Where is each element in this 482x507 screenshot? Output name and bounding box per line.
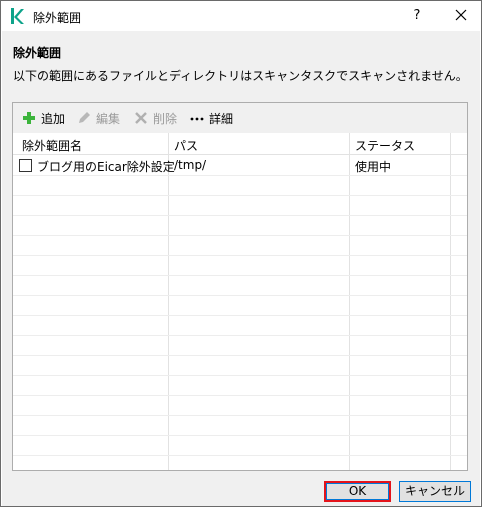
add-label: 追加 xyxy=(41,111,66,126)
section-heading: 除外範囲 xyxy=(13,46,62,60)
column-divider xyxy=(349,133,350,470)
edit-button[interactable]: 編集 xyxy=(76,109,120,127)
details-label: 詳細 xyxy=(209,111,234,126)
pencil-icon xyxy=(79,112,90,123)
ok-button[interactable]: OK xyxy=(324,481,391,502)
row-line xyxy=(13,235,467,236)
row-line xyxy=(13,355,467,356)
toolbar: 追加 編集 削除 詳細 xyxy=(13,103,467,133)
row-status: 使用中 xyxy=(355,160,392,174)
row-line xyxy=(13,295,467,296)
exclusions-dialog: 除外範囲 ? 除外範囲 以下の範囲にあるファイルとディレクトリはスキャンタスクで… xyxy=(0,0,482,507)
delete-button[interactable]: 削除 xyxy=(133,109,177,127)
row-line xyxy=(13,175,467,176)
row-line xyxy=(13,215,467,216)
row-line xyxy=(13,315,467,316)
delete-label: 削除 xyxy=(153,111,178,126)
details-button[interactable]: 詳細 xyxy=(189,109,233,127)
exclusions-table: 除外範囲名 パス ステータス ブログ用のEicar除外設定 /tmp/ 使用中 xyxy=(13,133,467,470)
column-header-path[interactable]: パス xyxy=(174,137,198,154)
edit-label: 編集 xyxy=(96,111,121,126)
column-header-name[interactable]: 除外範囲名 xyxy=(22,137,82,154)
column-divider xyxy=(450,133,451,470)
row-line xyxy=(13,435,467,436)
row-line xyxy=(13,395,467,396)
row-line xyxy=(13,275,467,276)
help-button[interactable]: ? xyxy=(405,5,429,27)
row-path: /tmp/ xyxy=(174,158,207,172)
plus-icon xyxy=(23,112,35,124)
table-header: 除外範囲名 パス ステータス xyxy=(13,133,467,155)
table-row[interactable]: ブログ用のEicar除外設定 /tmp/ 使用中 xyxy=(13,155,467,175)
add-button[interactable]: 追加 xyxy=(21,109,65,127)
row-checkbox[interactable] xyxy=(19,159,32,172)
window-title: 除外範囲 xyxy=(33,11,82,25)
close-button[interactable] xyxy=(447,4,475,28)
dialog-body: 除外範囲 以下の範囲にあるファイルとディレクトリはスキャンタスクでスキャンされま… xyxy=(2,31,480,506)
ellipsis-icon xyxy=(190,117,204,121)
row-line xyxy=(13,375,467,376)
delete-x-icon xyxy=(135,112,147,124)
row-line xyxy=(13,255,467,256)
row-line xyxy=(13,415,467,416)
row-line xyxy=(13,195,467,196)
cancel-button[interactable]: キャンセル xyxy=(399,481,471,502)
row-line xyxy=(13,455,467,456)
kaspersky-logo-icon xyxy=(11,8,24,24)
column-header-status[interactable]: ステータス xyxy=(355,137,415,154)
title-bar[interactable]: 除外範囲 ? xyxy=(1,1,481,31)
close-icon xyxy=(455,9,467,21)
exclusions-panel: 追加 編集 削除 詳細 除外範囲名 パス ステータス ブログ用のEicar除外設… xyxy=(12,102,468,471)
row-name: ブログ用のEicar除外設定 xyxy=(37,160,175,174)
section-description: 以下の範囲にあるファイルとディレクトリはスキャンタスクでスキャンされません。 xyxy=(13,69,468,83)
row-line xyxy=(13,335,467,336)
column-divider xyxy=(168,133,169,470)
